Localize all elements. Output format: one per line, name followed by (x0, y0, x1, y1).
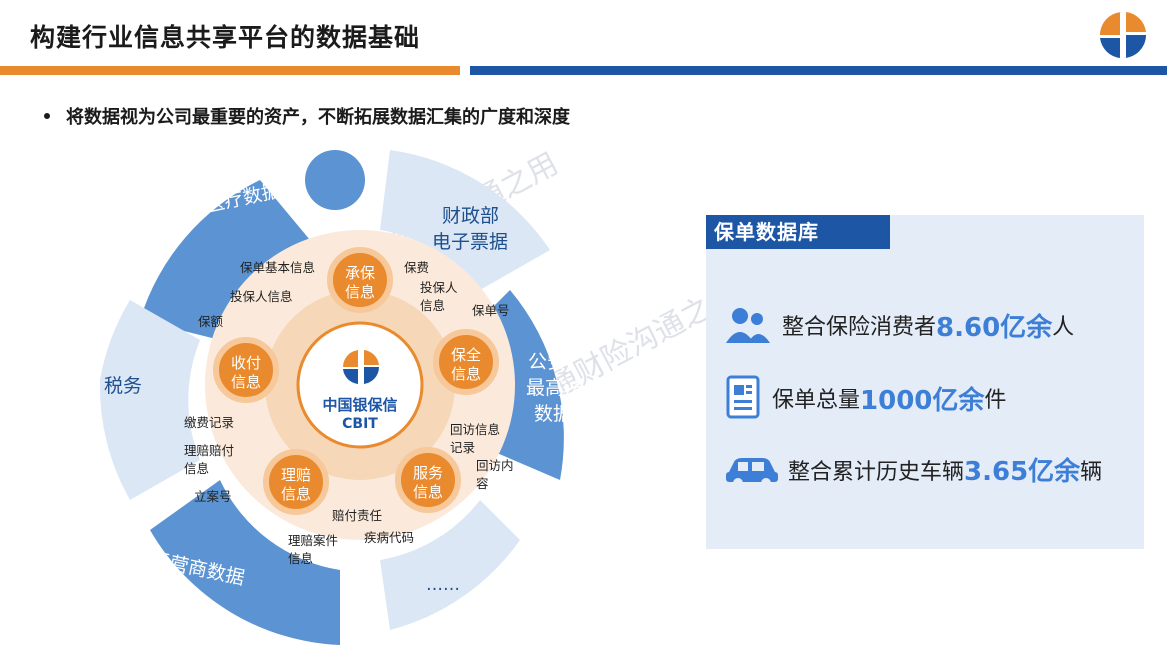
svg-text:承保: 承保 (345, 264, 375, 282)
label-claim-payment-1: 理赔赔付 (184, 443, 234, 458)
row2-suffix: 件 (984, 388, 1007, 413)
data-sources-diagram: 中国银保信 CBIT 承保 信息 保全 信息 服务 信息 理赔 信息 收付 信息… (99, 150, 585, 645)
label-policy-basic: 保单基本信息 (240, 260, 315, 275)
svg-text:服务: 服务 (413, 464, 443, 482)
node-underwriting: 承保 信息 (327, 247, 393, 313)
ring-knob (305, 150, 365, 210)
label-premium: 保费 (404, 260, 429, 275)
svg-text:信息: 信息 (345, 283, 375, 301)
label-visit-content-2: 容 (476, 476, 489, 491)
label-visit-record-2: 记录 (450, 440, 475, 455)
label-visit-content-1: 回访内 (476, 458, 514, 473)
label-more: …… (426, 575, 460, 595)
row3-value: 3.65亿余 (964, 457, 1081, 487)
label-police-1: 公安、 (528, 351, 585, 373)
document-icon (726, 375, 760, 419)
bullet-dot (44, 113, 50, 119)
database-title: 保单数据库 (706, 215, 890, 249)
bullet-point: 将数据视为公司最重要的资产，不断拓展数据汇集的广度和深度 (44, 103, 570, 129)
row2-prefix: 保单总量 (772, 388, 861, 413)
label-police-2: 最高法 (526, 377, 583, 399)
label-claim-case-2: 信息 (288, 551, 313, 566)
node-claims: 理赔 信息 (263, 449, 329, 515)
svg-text:理赔: 理赔 (281, 466, 311, 484)
label-policy-no: 保单号 (472, 303, 510, 318)
row2-value: 1000亿余 (860, 385, 985, 416)
car-icon (726, 457, 778, 488)
label-payment-record: 缴费记录 (184, 415, 234, 430)
title-bar-orange (0, 66, 460, 75)
logo-en: CBIT (342, 416, 378, 432)
svg-text:信息: 信息 (231, 373, 261, 391)
logo-cn: 中国银保信 (322, 396, 397, 414)
label-finance-1: 财政部 (442, 205, 499, 227)
db-row-consumers: 整合保险消费者 8.60亿余人 (724, 305, 1074, 345)
title-bar-blue (470, 66, 1167, 75)
svg-text:保全: 保全 (451, 346, 481, 364)
node-preservation: 保全 信息 (433, 329, 499, 395)
db-row-policies: 保单总量 1000亿余件 (724, 375, 1006, 421)
label-policyholder-1: 投保人 (420, 280, 458, 295)
row1-value: 8.60亿余 (936, 312, 1053, 343)
node-collection: 收付 信息 (213, 337, 279, 403)
policy-database-panel: 保单数据库 整合保险消费者 8.60亿余人 保单总量 1000亿余件 整合累计历… (706, 215, 1144, 549)
node-service: 服务 信息 (395, 447, 461, 513)
label-policyholder-2: 信息 (420, 298, 445, 313)
db-row-vehicles: 整合累计历史车辆 3.65亿余辆 (724, 451, 1102, 488)
label-finance-2: 电子票据 (432, 231, 508, 253)
svg-text:收付: 收付 (231, 354, 261, 372)
label-visit-record-1: 回访信息 (450, 422, 500, 437)
row3-prefix: 整合累计历史车辆 (788, 459, 965, 485)
label-claim-payment-2: 信息 (184, 461, 209, 476)
label-amount: 保额 (198, 314, 224, 329)
label-police-3: 数据 (534, 403, 572, 425)
label-case-no: 立案号 (194, 489, 232, 504)
page-title: 构建行业信息共享平台的数据基础 (30, 23, 421, 52)
label-insured-info: 投保人信息 (230, 289, 293, 304)
row1-suffix: 人 (1052, 315, 1075, 340)
row1-prefix: 整合保险消费者 (782, 315, 937, 340)
svg-text:信息: 信息 (413, 483, 443, 501)
svg-text:信息: 信息 (451, 365, 481, 383)
users-icon (726, 308, 770, 343)
row3-suffix: 辆 (1080, 459, 1103, 485)
label-liability: 赔付责任 (332, 508, 382, 523)
brand-logo-icon (1100, 12, 1146, 58)
svg-text:信息: 信息 (281, 485, 311, 503)
label-claim-case-1: 理赔案件 (288, 533, 338, 548)
label-disease-code: 疾病代码 (364, 530, 414, 545)
label-tax: 税务 (104, 375, 142, 397)
bullet-text: 将数据视为公司最重要的资产，不断拓展数据汇集的广度和深度 (66, 107, 570, 128)
